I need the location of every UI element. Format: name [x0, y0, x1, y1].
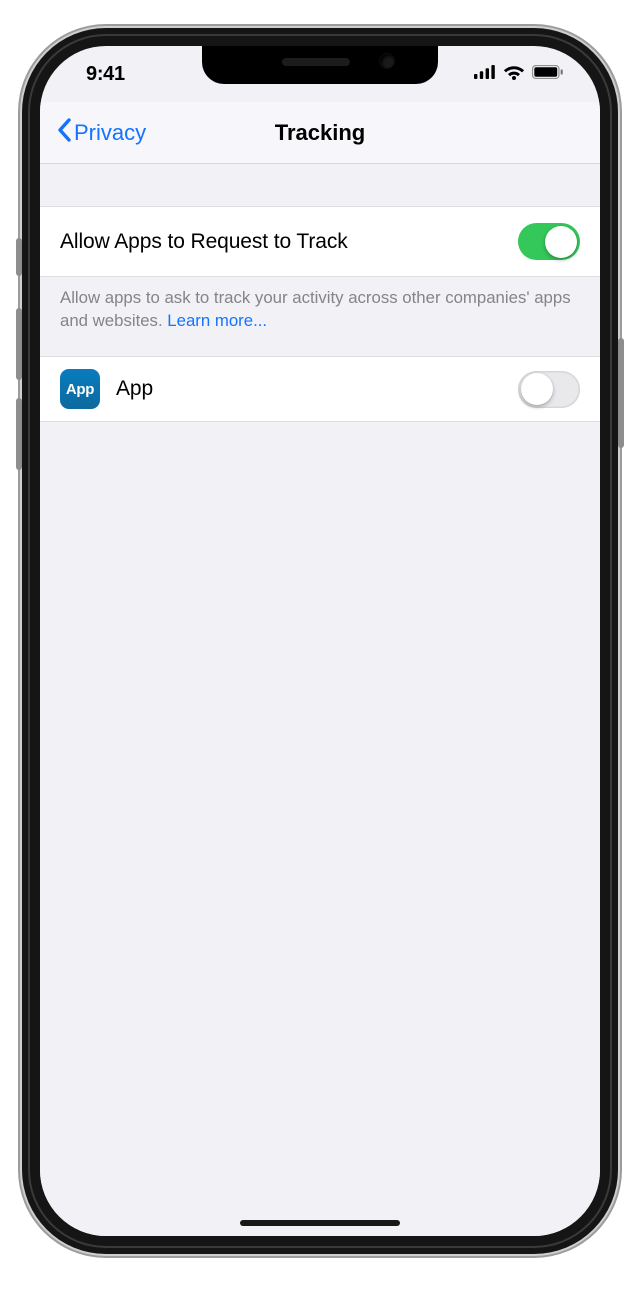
home-indicator[interactable] [240, 1220, 400, 1226]
volume-down-button [16, 398, 22, 470]
notch [202, 46, 438, 84]
app-icon: App [60, 369, 100, 409]
back-label: Privacy [74, 120, 146, 146]
volume-up-button [16, 308, 22, 380]
app-name-label: App [116, 377, 153, 401]
content-area: Allow Apps to Request to Track Allow app… [40, 164, 600, 1236]
page-title: Tracking [275, 120, 365, 146]
battery-icon [532, 65, 564, 84]
cellular-icon [474, 65, 496, 84]
footer-text: Allow apps to ask to track your activity… [60, 288, 571, 330]
allow-tracking-toggle[interactable] [518, 223, 580, 260]
back-button[interactable]: Privacy [48, 110, 154, 156]
allow-tracking-label: Allow Apps to Request to Track [60, 230, 348, 254]
side-button [618, 338, 624, 448]
chevron-left-icon [56, 118, 72, 148]
status-time: 9:41 [72, 63, 125, 86]
phone-frame: 9:41 Privacy Tracking [22, 28, 618, 1254]
screen: 9:41 Privacy Tracking [40, 46, 600, 1236]
allow-tracking-row: Allow Apps to Request to Track [40, 206, 600, 277]
allow-tracking-footer: Allow apps to ask to track your activity… [40, 277, 600, 332]
wifi-icon [503, 64, 525, 85]
app-row: App App [40, 356, 600, 422]
learn-more-link[interactable]: Learn more... [167, 311, 267, 330]
mute-switch [16, 238, 22, 276]
navigation-bar: Privacy Tracking [40, 102, 600, 164]
app-tracking-toggle[interactable] [518, 371, 580, 408]
